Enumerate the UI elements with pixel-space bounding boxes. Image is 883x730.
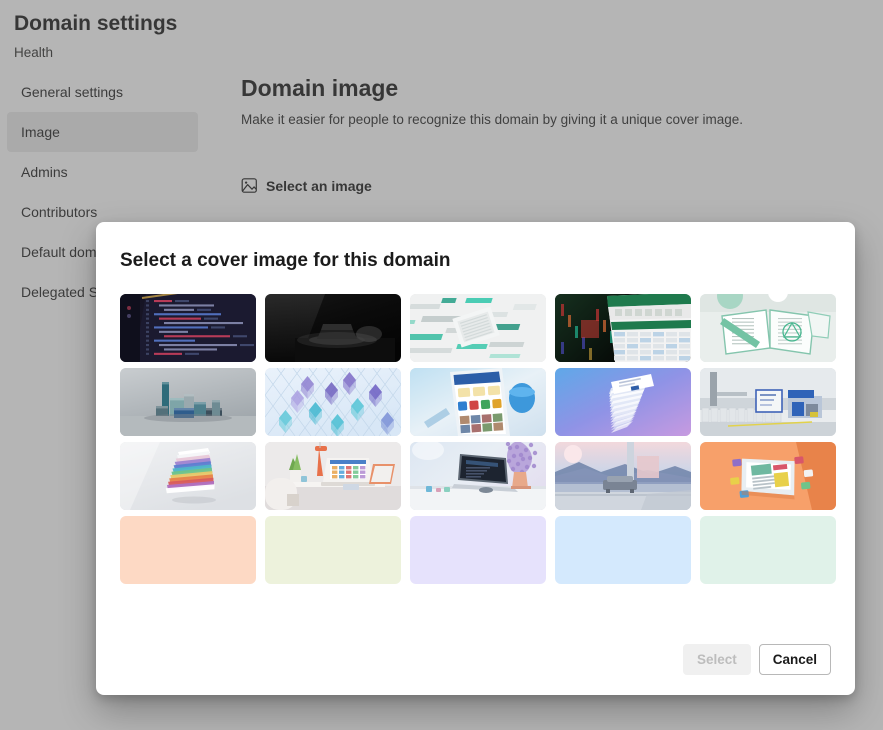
cancel-button[interactable]: Cancel: [758, 644, 831, 675]
tile-artwork: [120, 442, 256, 510]
tile-artwork: [555, 442, 691, 510]
cover-image-grid: [120, 294, 836, 584]
tile-artwork: [120, 368, 256, 436]
tile-artwork: [120, 294, 256, 362]
tile-artwork: [700, 442, 836, 510]
tile-artwork: [265, 442, 401, 510]
color-swatch: [265, 516, 401, 584]
tile-artwork: [410, 368, 546, 436]
color-swatch: [700, 516, 836, 584]
tile-swatch-peach[interactable]: [120, 516, 256, 584]
tile-paper-stack[interactable]: [120, 442, 256, 510]
tile-artwork: [265, 294, 401, 362]
color-swatch: [120, 516, 256, 584]
tile-phone-app[interactable]: [410, 368, 546, 436]
tile-spreadsheet[interactable]: [555, 294, 691, 362]
color-swatch: [555, 516, 691, 584]
tile-dark-desk[interactable]: [265, 294, 401, 362]
tile-notebook[interactable]: [700, 294, 836, 362]
tile-swatch-mint[interactable]: [700, 516, 836, 584]
tile-orange-isometric[interactable]: [700, 442, 836, 510]
tile-gradient-cards[interactable]: [555, 368, 691, 436]
tile-artwork: [555, 294, 691, 362]
tile-artwork: [700, 368, 836, 436]
tile-swatch-blue[interactable]: [555, 516, 691, 584]
cover-image-dialog: Select a cover image for this domain Sel…: [96, 222, 855, 695]
select-button[interactable]: Select: [682, 644, 751, 675]
tile-swatch-green[interactable]: [265, 516, 401, 584]
tile-artwork: [410, 294, 546, 362]
tile-crystal-cubes[interactable]: [265, 368, 401, 436]
tile-artwork: [700, 294, 836, 362]
tile-artwork: [265, 368, 401, 436]
tile-artwork: [555, 368, 691, 436]
dialog-title: Select a cover image for this domain: [120, 250, 451, 271]
tile-artwork: [410, 442, 546, 510]
tile-code-editor[interactable]: [120, 294, 256, 362]
tile-office-printer[interactable]: [700, 368, 836, 436]
dialog-footer: Select Cancel: [120, 634, 831, 675]
tile-laptop-lavender[interactable]: [410, 442, 546, 510]
tile-blocks[interactable]: [120, 368, 256, 436]
color-swatch: [410, 516, 546, 584]
tile-teal-circuit[interactable]: [410, 294, 546, 362]
tile-swatch-lavender[interactable]: [410, 516, 546, 584]
tile-home-desk[interactable]: [265, 442, 401, 510]
tile-window-view[interactable]: [555, 442, 691, 510]
